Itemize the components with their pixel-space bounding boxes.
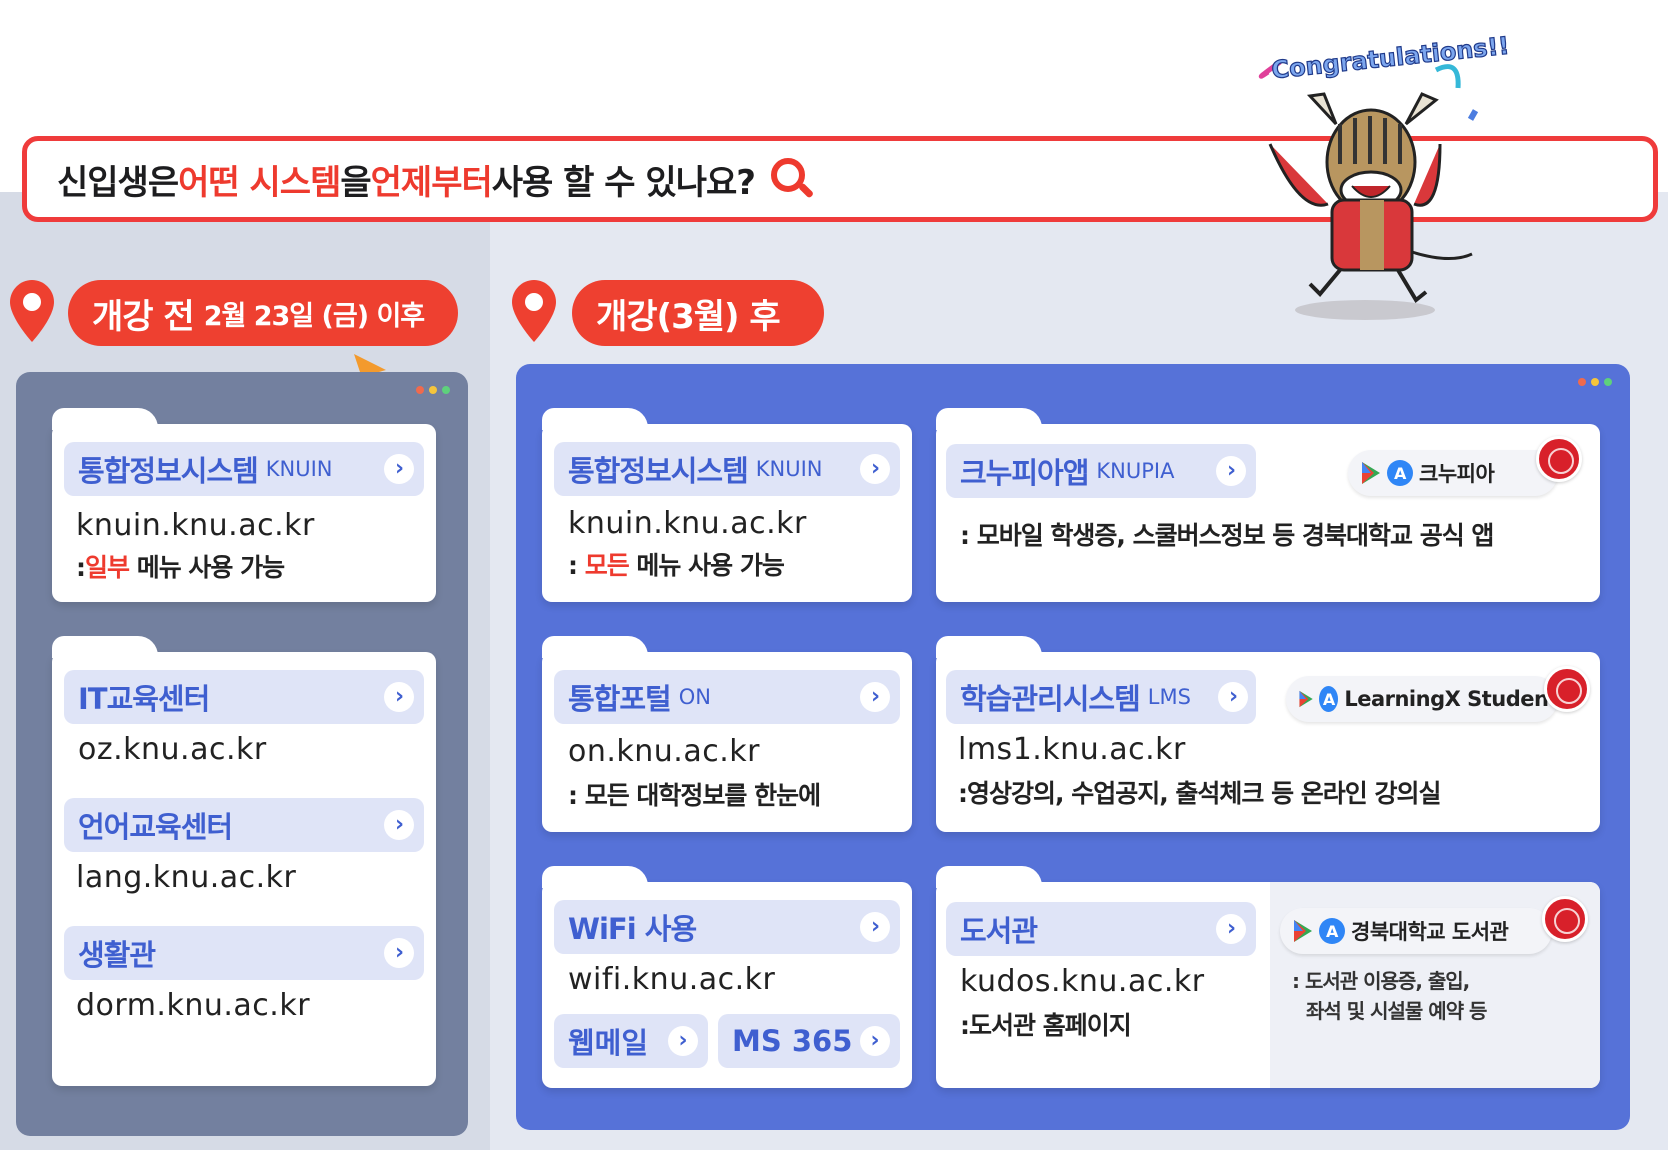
dormitory-url[interactable]: dorm.knu.ac.kr — [76, 988, 310, 1023]
dormitory-link[interactable]: 생활관 › — [64, 926, 424, 980]
question-text-1: 신입생은 — [57, 162, 179, 203]
it-center-label: IT교육센터 — [78, 682, 210, 716]
wifi-link[interactable]: WiFi 사용 › — [554, 900, 900, 954]
mascot-illustration: Congratulations!! — [1258, 31, 1511, 320]
after-knuin-card: 통합정보시스템 KNUIN › knuin.knu.ac.kr : 모든 메뉴 … — [542, 408, 912, 602]
on-portal-card: 통합포털 ON › on.knu.ac.kr : 모든 대학정보를 한눈에 — [542, 636, 912, 832]
after-knuin-sub: KNUIN — [755, 457, 823, 481]
lms-url[interactable]: lms1.knu.ac.kr — [958, 732, 1186, 767]
lms-card: 학습관리시스템 LMS › A LearningX Student lms1.k… — [936, 636, 1600, 832]
library-label: 도서관 — [960, 914, 1038, 948]
before-knuin-link[interactable]: 통합정보시스템 KNUIN › — [64, 442, 424, 496]
location-pin-icon — [512, 280, 556, 342]
language-center-link[interactable]: 언어교육센터 › — [64, 798, 424, 852]
search-icon — [767, 154, 817, 204]
library-desc: :도서관 홈페이지 — [960, 1011, 1132, 1040]
chevron-right-icon: › — [384, 454, 414, 484]
knupia-desc: : 모바일 학생증, 스쿨버스정보 등 경북대학교 공식 앱 — [960, 521, 1494, 550]
question-text-2: 을 — [340, 162, 371, 203]
knupia-app-name: 크누피아 — [1419, 462, 1495, 486]
lms-label: 학습관리시스템 — [960, 682, 1141, 716]
wifi-card: WiFi 사용 › wifi.knu.ac.kr 웹메일 › MS 365 › — [542, 866, 912, 1088]
window-dots — [416, 386, 450, 394]
wifi-url[interactable]: wifi.knu.ac.kr — [568, 962, 775, 997]
lms-sub: LMS — [1147, 685, 1191, 709]
window-dots — [1578, 378, 1612, 386]
before-knuin-desc: :일부 메뉴 사용 가능 — [76, 553, 285, 582]
before-semester-pill: 개강 전 2월 23일 (금) 이후 — [68, 280, 458, 346]
on-portal-sub: ON — [678, 685, 711, 709]
after-knuin-link[interactable]: 통합정보시스템 KNUIN › — [554, 442, 900, 496]
question-text-3: 사용 할 수 있나요? — [491, 162, 756, 203]
app-store-icon: A — [1387, 460, 1413, 486]
webmail-label: 웹메일 — [568, 1026, 649, 1060]
library-app-desc-line1: : 도서관 이용증, 출입, — [1292, 969, 1470, 993]
before-knuin-card: 통합정보시스템 KNUIN › knuin.knu.ac.kr :일부 메뉴 사… — [52, 408, 436, 602]
chevron-right-icon: › — [1216, 914, 1246, 944]
it-center-url[interactable]: oz.knu.ac.kr — [78, 732, 267, 767]
knupia-card: 크누피아앱 KNUPIA › A 크누피아 : 모바일 학생증, 스쿨버스정보 … — [936, 408, 1600, 602]
university-logo-icon — [1536, 436, 1582, 482]
dormitory-label: 생활관 — [78, 938, 156, 972]
library-card: 도서관 › kudos.knu.ac.kr :도서관 홈페이지 A 경북대학교 … — [936, 866, 1600, 1088]
on-portal-label: 통합포털 — [568, 682, 672, 716]
location-pin-icon — [10, 280, 54, 342]
before-centers-card: IT교육센터 › oz.knu.ac.kr 언어교육센터 › lang.knu.… — [52, 636, 436, 1086]
after-knuin-desc: : 모든 메뉴 사용 가능 — [568, 551, 785, 580]
before-knuin-url[interactable]: knuin.knu.ac.kr — [76, 508, 315, 543]
google-play-icon — [1299, 690, 1313, 708]
knupia-app-chip[interactable]: A 크누피아 — [1348, 450, 1558, 496]
chevron-right-icon: › — [384, 938, 414, 968]
on-portal-url[interactable]: on.knu.ac.kr — [568, 734, 760, 769]
knupia-link[interactable]: 크누피아앱 KNUPIA › — [946, 444, 1256, 498]
google-play-icon — [1362, 462, 1380, 484]
chevron-right-icon: › — [1216, 456, 1246, 486]
before-semester-title: 개강 전 — [92, 296, 195, 337]
wifi-label: WiFi 사용 — [568, 912, 697, 946]
chevron-right-icon: › — [384, 682, 414, 712]
before-knuin-label: 통합정보시스템 — [78, 454, 259, 488]
ms365-label: MS 365 — [732, 1024, 853, 1058]
library-app-name: 경북대학교 도서관 — [1351, 920, 1509, 944]
library-url[interactable]: kudos.knu.ac.kr — [960, 964, 1205, 999]
ms365-button[interactable]: MS 365 › — [718, 1014, 900, 1068]
library-app-chip[interactable]: A 경북대학교 도서관 — [1280, 908, 1552, 954]
mascot-banner-text: Congratulations!! — [1270, 32, 1510, 85]
learningx-logo-icon — [1544, 666, 1590, 712]
library-app-desc-line2: 좌석 및 시설물 예약 등 — [1306, 999, 1487, 1023]
chevron-right-icon: › — [668, 1026, 698, 1056]
question-text-highlight-1: 어떤 시스템 — [178, 162, 341, 203]
library-logo-icon — [1542, 896, 1588, 942]
library-link[interactable]: 도서관 › — [946, 902, 1256, 956]
app-store-icon: A — [1319, 686, 1339, 712]
app-store-icon: A — [1319, 918, 1345, 944]
after-knuin-label: 통합정보시스템 — [568, 454, 749, 488]
after-knuin-url[interactable]: knuin.knu.ac.kr — [568, 506, 807, 541]
on-portal-desc: : 모든 대학정보를 한눈에 — [568, 781, 821, 810]
before-semester-date: 2월 23일 (금) 이후 — [203, 300, 425, 332]
language-center-url[interactable]: lang.knu.ac.kr — [76, 860, 296, 895]
language-center-label: 언어교육센터 — [78, 810, 233, 844]
webmail-button[interactable]: 웹메일 › — [554, 1014, 708, 1068]
chevron-right-icon: › — [860, 1026, 890, 1056]
it-center-link[interactable]: IT교육센터 › — [64, 670, 424, 724]
chevron-right-icon: › — [860, 682, 890, 712]
google-play-icon — [1294, 920, 1312, 942]
after-semester-pill: 개강(3월) 후 — [572, 280, 824, 346]
on-portal-link[interactable]: 통합포털 ON › — [554, 670, 900, 724]
chevron-right-icon: › — [1218, 682, 1248, 712]
before-knuin-sub: KNUIN — [265, 457, 333, 481]
lms-app-name: LearningX Student — [1344, 687, 1558, 711]
chevron-right-icon: › — [860, 912, 890, 942]
learningx-app-chip[interactable]: A LearningX Student — [1286, 676, 1558, 722]
lms-desc: :영상강의, 수업공지, 출석체크 등 온라인 강의실 — [958, 779, 1442, 808]
knupia-sub: KNUPIA — [1096, 459, 1175, 483]
chevron-right-icon: › — [384, 810, 414, 840]
knupia-label: 크누피아앱 — [960, 456, 1089, 490]
chevron-right-icon: › — [860, 454, 890, 484]
lms-link[interactable]: 학습관리시스템 LMS › — [946, 670, 1256, 724]
question-text-highlight-2: 언제부터 — [370, 162, 493, 203]
after-semester-title: 개강(3월) 후 — [596, 296, 781, 337]
